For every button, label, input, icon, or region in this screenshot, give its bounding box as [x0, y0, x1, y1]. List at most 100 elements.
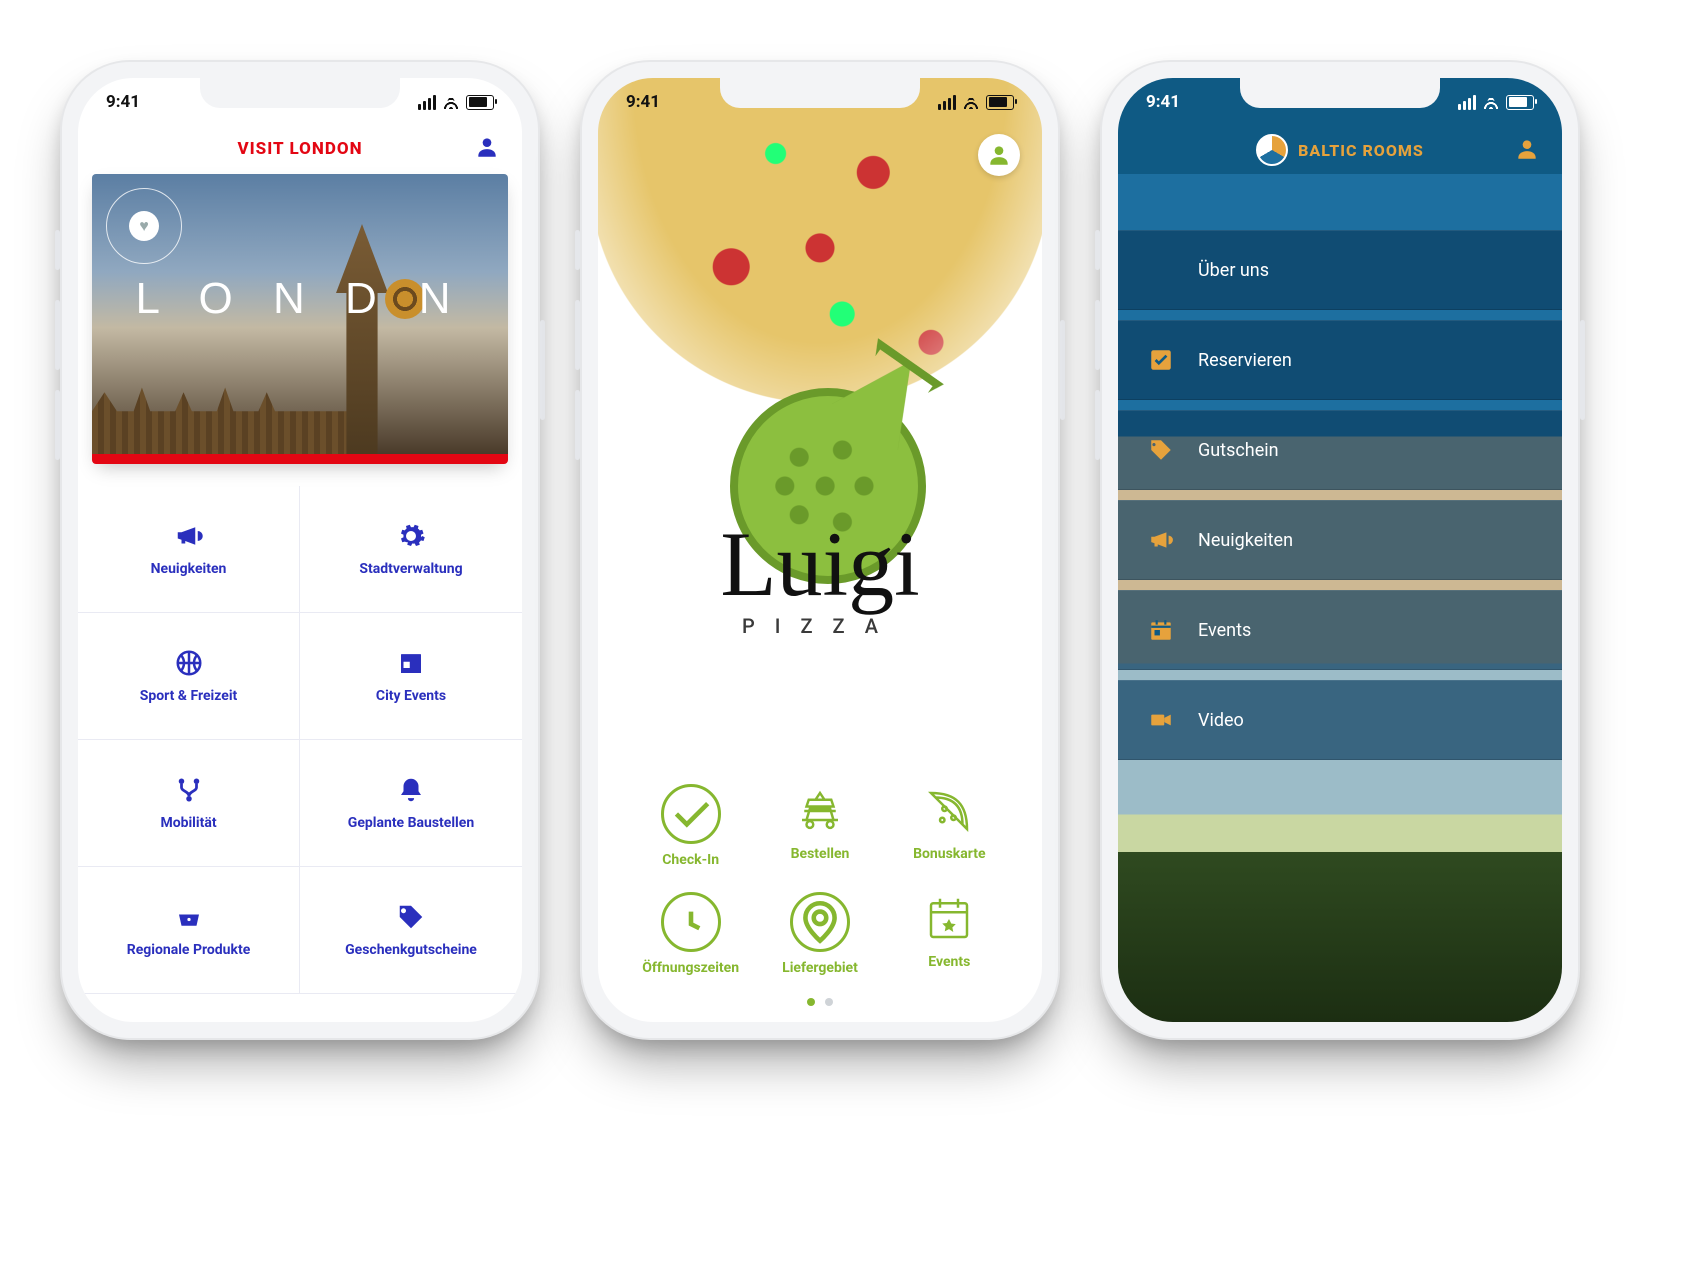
mockup-stage: 9:41 VISIT LONDON ♥	[0, 0, 1700, 1280]
menu-item-uber-uns[interactable]: Über uns	[1118, 230, 1562, 310]
status-time: 9:41	[1146, 92, 1180, 112]
menu-item-reservieren[interactable]: Reservieren	[1118, 320, 1562, 400]
lines-icon	[1148, 257, 1174, 283]
phone-visit-london: 9:41 VISIT LONDON ♥	[60, 60, 540, 1040]
battery-icon	[986, 95, 1014, 110]
menu-label: Events	[1198, 620, 1251, 641]
menu-label: Video	[1198, 710, 1244, 731]
check-icon	[661, 784, 721, 844]
video-icon	[1148, 707, 1174, 733]
menu-label: Reservieren	[1198, 350, 1292, 371]
phone-baltic-rooms: 9:41 BALTIC ROOMS	[1100, 60, 1580, 1040]
tile-neuigkeiten[interactable]: Neuigkeiten	[78, 486, 300, 613]
tile-label: Check-In	[662, 852, 719, 868]
phone-notch	[200, 78, 400, 108]
page-dots[interactable]	[598, 998, 1042, 1006]
tile-label: Events	[928, 954, 970, 970]
tile-label: Regionale Produkte	[127, 942, 251, 958]
menu-item-video[interactable]: Video	[1118, 680, 1562, 760]
menu-item-gutschein[interactable]: Gutschein	[1118, 410, 1562, 490]
basketball-icon	[174, 648, 204, 678]
hero-image[interactable]: ♥ L O N DN	[92, 174, 508, 464]
phone-notch	[1240, 78, 1440, 108]
calendar-star-icon	[922, 892, 976, 946]
hero-title: L O N DN	[92, 274, 508, 324]
brand-logo: Luigi PIZZA	[598, 378, 1042, 638]
brand-name: Luigi	[598, 518, 1042, 610]
wifi-icon	[1482, 95, 1500, 109]
wifi-icon	[442, 95, 460, 109]
heart-icon: ♥	[129, 211, 159, 241]
app-title: BALTIC ROOMS	[1298, 141, 1424, 160]
tile-city-events[interactable]: City Events	[300, 613, 522, 740]
bell-icon	[396, 775, 426, 805]
megaphone-icon	[1148, 527, 1174, 553]
tile-events[interactable]: Events	[885, 892, 1014, 976]
profile-button[interactable]	[474, 134, 500, 164]
phone-luigi: 9:41 Luigi PIZZA	[580, 60, 1060, 1040]
fork-icon	[174, 775, 204, 805]
tile-label: Liefergebiet	[782, 960, 858, 976]
menu-list: Über uns Reservieren Gutschein Neuigkeit…	[1118, 230, 1562, 760]
tile-label: Geschenkgutscheine	[345, 942, 477, 958]
status-time: 9:41	[626, 92, 660, 112]
tile-label: Geplante Baustellen	[348, 815, 474, 831]
user-icon	[1514, 136, 1540, 162]
tile-oeffnungszeiten[interactable]: Öffnungszeiten	[626, 892, 755, 976]
tile-label: Neuigkeiten	[151, 561, 227, 577]
tile-liefergebiet[interactable]: Liefergebiet	[755, 892, 884, 976]
phone-notch	[720, 78, 920, 108]
tile-regionale-produkte[interactable]: Regionale Produkte	[78, 867, 300, 994]
brand-subtitle: PIZZA	[598, 614, 1042, 638]
pin-icon	[790, 892, 850, 952]
megaphone-icon	[174, 521, 204, 551]
calendar-icon	[1148, 617, 1174, 643]
user-icon	[474, 134, 500, 160]
app-header: VISIT LONDON	[78, 126, 522, 172]
signal-icon	[1458, 95, 1476, 110]
tile-sport-freizeit[interactable]: Sport & Freizeit	[78, 613, 300, 740]
dot	[825, 998, 833, 1006]
user-icon	[986, 142, 1012, 168]
car-icon	[793, 784, 847, 838]
tile-gutscheine[interactable]: Geschenkgutscheine	[300, 867, 522, 994]
menu-label: Gutschein	[1198, 440, 1279, 461]
wifi-icon	[962, 95, 980, 109]
status-time: 9:41	[106, 92, 140, 112]
palace-silhouette	[92, 359, 508, 454]
tile-stadtverwaltung[interactable]: Stadtverwaltung	[300, 486, 522, 613]
tile-bestellen[interactable]: Bestellen	[755, 784, 884, 868]
battery-icon	[1506, 95, 1534, 110]
tile-check-in[interactable]: Check-In	[626, 784, 755, 868]
love-london-badge: ♥	[106, 188, 182, 264]
tile-label: Mobilität	[160, 815, 216, 831]
clock-icon	[661, 892, 721, 952]
battery-icon	[466, 95, 494, 110]
app-logo: BALTIC ROOMS	[1256, 134, 1424, 166]
dot-active	[807, 998, 815, 1006]
profile-button[interactable]	[978, 134, 1020, 176]
tile-label: Sport & Freizeit	[140, 688, 238, 704]
menu-item-neuigkeiten[interactable]: Neuigkeiten	[1118, 500, 1562, 580]
signal-icon	[938, 95, 956, 110]
tile-baustellen[interactable]: Geplante Baustellen	[300, 740, 522, 867]
checkbox-icon	[1148, 347, 1174, 373]
profile-button[interactable]	[1514, 136, 1540, 166]
tile-label: Bonuskarte	[913, 846, 985, 862]
tile-label: City Events	[376, 688, 446, 704]
signal-icon	[418, 95, 436, 110]
menu-item-events[interactable]: Events	[1118, 590, 1562, 670]
basket-icon	[174, 902, 204, 932]
pizza-slice-icon	[922, 784, 976, 838]
app-header: BALTIC ROOMS	[1118, 126, 1562, 174]
menu-label: Neuigkeiten	[1198, 530, 1293, 551]
tile-label: Bestellen	[791, 846, 850, 862]
tile-mobilitaet[interactable]: Mobilität	[78, 740, 300, 867]
app-title: VISIT LONDON	[237, 139, 362, 159]
tile-label: Öffnungszeiten	[642, 960, 739, 976]
tile-bonuskarte[interactable]: Bonuskarte	[885, 784, 1014, 868]
gear-icon	[396, 521, 426, 551]
tile-grid: Neuigkeiten Stadtverwaltung Sport & Frei…	[78, 486, 522, 994]
tag-icon	[396, 902, 426, 932]
tile-label: Stadtverwaltung	[359, 561, 462, 577]
